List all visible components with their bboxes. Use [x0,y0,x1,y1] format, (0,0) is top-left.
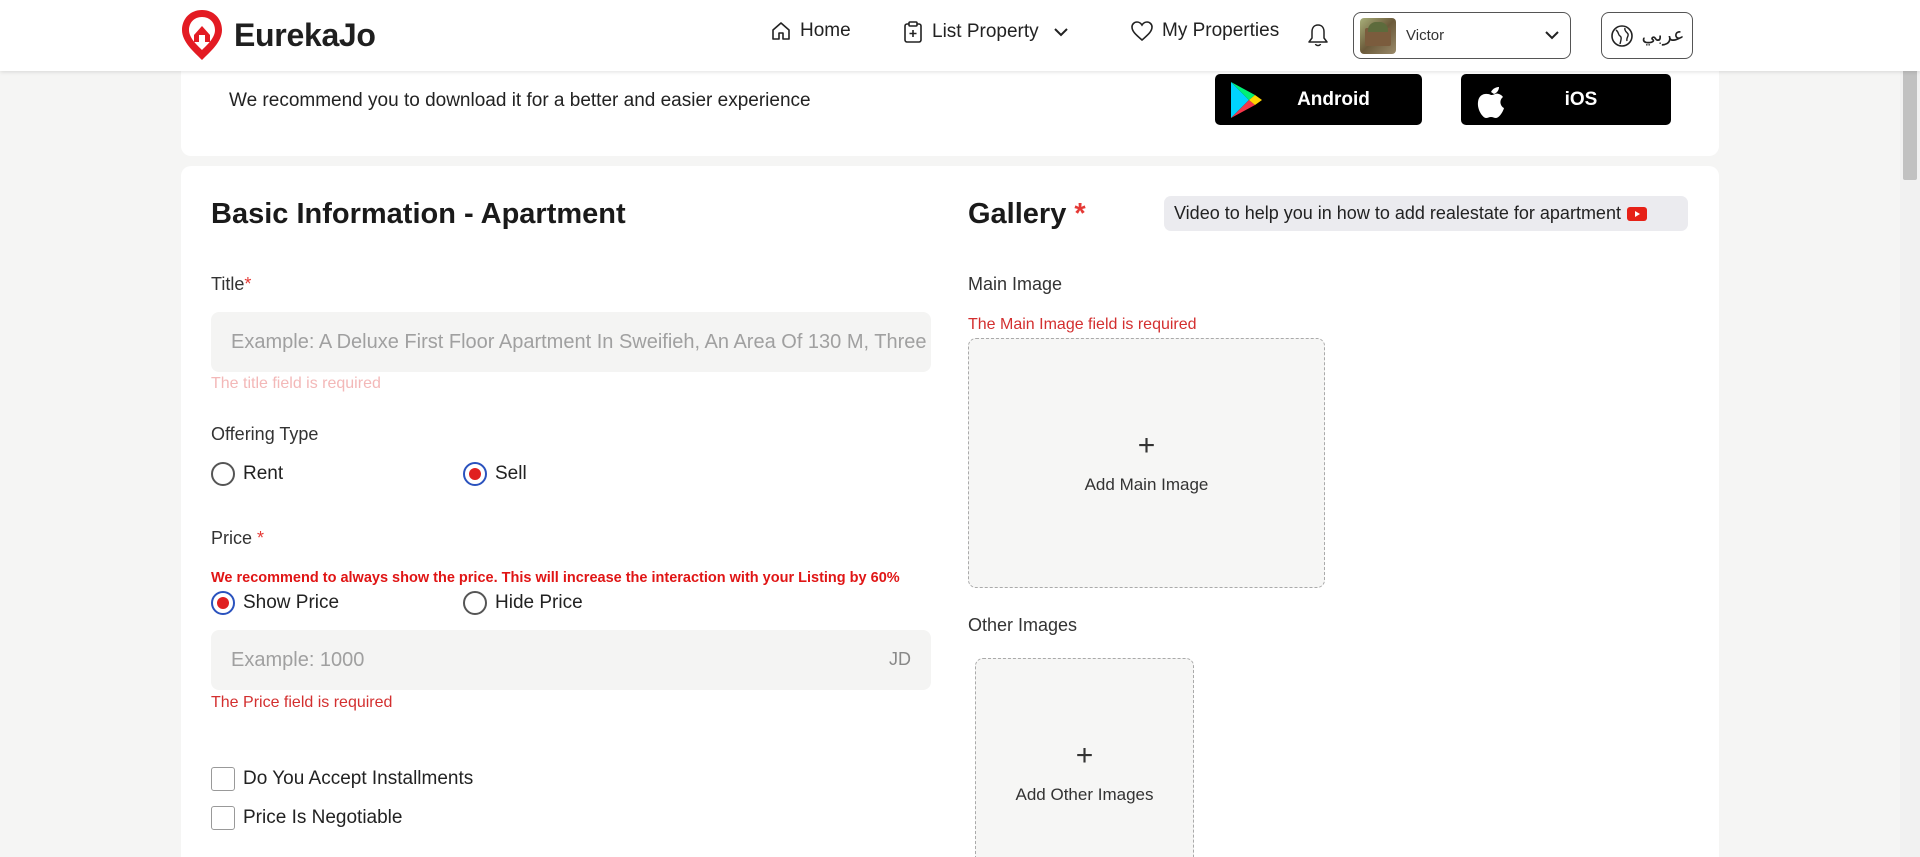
plus-icon: + [1137,429,1156,462]
video-help-link[interactable]: Video to help you in how to add realesta… [1164,196,1688,231]
brand-logo[interactable]: EurekaJo [180,8,376,62]
installments-checkbox[interactable]: Do You Accept Installments [211,767,473,791]
language-label: عربي [1641,25,1685,46]
language-switch-button[interactable]: عربي [1601,12,1693,59]
basic-info-title: Basic Information - Apartment [211,198,626,231]
youtube-icon [1626,206,1647,221]
download-text: We recommend you to download it for a be… [229,90,811,111]
required-asterisk: * [257,528,265,548]
globe-icon [1610,24,1633,47]
chevron-down-icon [1053,28,1068,37]
title-error: The title field is required [211,375,381,392]
price-recommendation: We recommend to always show the price. T… [211,570,900,586]
title-field-label: Title* [211,274,251,295]
chevron-down-icon [1545,31,1559,40]
negotiable-label: Price Is Negotiable [243,807,403,828]
user-name: Victor [1406,27,1445,44]
offering-rent-label: Rent [243,463,284,484]
radio-unchecked [463,591,487,615]
download-app-banner: We recommend you to download it for a be… [181,60,1719,156]
home-icon [772,22,790,40]
user-menu-select[interactable]: Victor [1353,12,1571,59]
other-images-dropzone[interactable]: + Add Other Images [975,658,1194,857]
radio-checked [211,591,235,615]
nav-home[interactable]: Home [770,20,851,42]
radio-unchecked [211,462,235,486]
notification-bell-icon[interactable] [1306,22,1330,48]
other-images-label: Other Images [968,615,1078,635]
installments-label: Do You Accept Installments [243,768,474,789]
add-other-images-label: Add Other Images [1015,785,1154,804]
title-input[interactable] [211,312,931,372]
nav-list-property[interactable]: List Property [902,20,1069,44]
required-asterisk: * [244,274,252,294]
show-price-radio[interactable]: Show Price [211,591,339,615]
video-help-text: Video to help you in how to add realesta… [1174,203,1621,223]
main-image-error: The Main Image field is required [968,316,1197,333]
negotiable-checkbox[interactable]: Price Is Negotiable [211,806,402,830]
offering-sell-label: Sell [495,463,527,484]
brand-name: EurekaJo [234,16,376,53]
price-label-text: Price [211,528,253,548]
plus-icon: + [1075,739,1094,772]
show-price-label: Show Price [243,592,340,613]
radio-checked [463,462,487,486]
listing-form-card: Basic Information - Apartment Title* The… [181,166,1719,857]
nav-home-label: Home [800,20,851,41]
checkbox-box [211,806,235,830]
logo-pin-icon [182,10,222,60]
price-error: The Price field is required [211,694,393,711]
add-main-image-label: Add Main Image [1084,475,1209,494]
title-label-text: Title [211,274,245,294]
price-field-label: Price * [211,528,264,549]
ios-label: iOS [1564,88,1598,110]
hide-price-radio[interactable]: Hide Price [463,591,583,615]
top-header: EurekaJo Home List Property My Propertie… [0,0,1920,71]
offering-sell-radio[interactable]: Sell [463,462,527,486]
offering-rent-radio[interactable]: Rent [211,462,283,486]
avatar [1360,17,1396,54]
gallery-title-text: Gallery [968,198,1067,230]
nav-my-properties[interactable]: My Properties [1130,20,1279,42]
ios-download-button[interactable]: iOS [1461,74,1671,125]
offering-type-label: Offering Type [211,424,319,444]
currency-label: JD [889,649,911,669]
basic-info-title-text: Basic Information - Apartment [211,198,626,230]
hide-price-label: Hide Price [495,592,583,613]
heart-icon [1131,21,1153,42]
required-asterisk: * [1074,198,1086,230]
clipboard-add-icon [904,21,922,43]
main-image-dropzone[interactable]: + Add Main Image [968,338,1325,588]
price-input[interactable] [211,630,931,690]
checkbox-box [211,767,235,791]
gallery-title: Gallery * [968,198,1086,231]
nav-list-property-label: List Property [932,21,1039,42]
android-download-button[interactable]: Android [1215,74,1422,125]
android-label: Android [1297,88,1370,110]
main-image-label: Main Image [968,274,1063,294]
page-scrollbar[interactable] [1900,0,1920,857]
nav-my-properties-label: My Properties [1162,20,1280,41]
